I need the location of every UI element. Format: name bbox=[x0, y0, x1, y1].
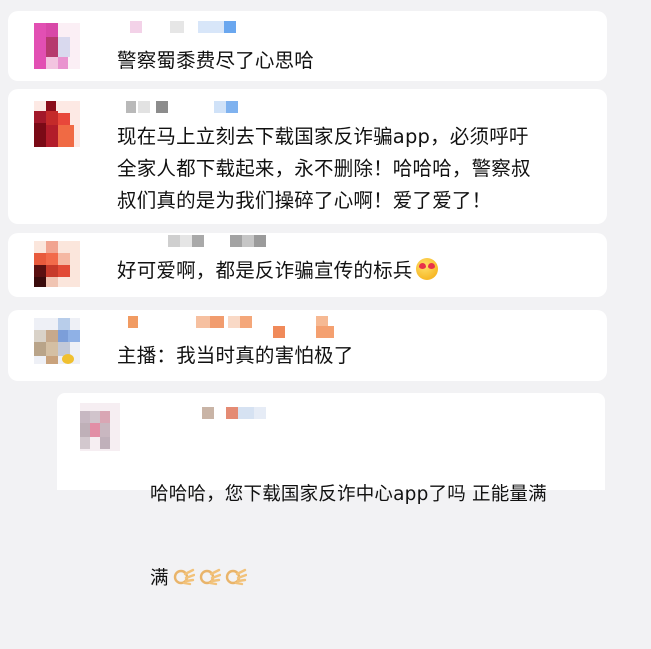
comment-card[interactable]: 现在马上立刻去下载国家反诈骗app，必须呼吁 全家人都下载起来，永不删除！哈哈哈… bbox=[8, 89, 607, 224]
comment-card[interactable]: 主播：我当时真的害怕极了 bbox=[8, 310, 607, 381]
user-avatar[interactable] bbox=[34, 241, 80, 287]
comment-card[interactable]: 好可爱啊，都是反诈骗宣传的标兵 bbox=[8, 233, 607, 297]
ok-hand-icon bbox=[199, 568, 221, 586]
comment-text: 好可爱啊，都是反诈骗宣传的标兵 bbox=[117, 255, 587, 287]
ok-hand-icon bbox=[173, 568, 195, 586]
user-avatar[interactable] bbox=[34, 23, 80, 69]
comment-text: 现在马上立刻去下载国家反诈骗app，必须呼吁 全家人都下载起来，永不删除！哈哈哈… bbox=[117, 125, 531, 212]
comment-text-content: 好可爱啊，都是反诈骗宣传的标兵 bbox=[117, 259, 413, 282]
ok-hand-icon bbox=[225, 568, 247, 586]
reply-text: 哈哈哈，您下载国家反诈中心app了吗 正能量满 满 bbox=[150, 425, 591, 649]
comment-card[interactable]: 警察蜀黍费尽了心思哈 bbox=[8, 11, 607, 81]
comment-text: 警察蜀黍费尽了心思哈 bbox=[117, 49, 315, 72]
comment-text: 主播：我当时真的害怕极了 bbox=[117, 344, 354, 367]
user-avatar[interactable] bbox=[34, 318, 80, 364]
reply-text-line-2: 满 bbox=[150, 565, 591, 593]
reply-text-tail: 满 bbox=[150, 568, 169, 589]
reply-card[interactable]: 哈哈哈，您下载国家反诈中心app了吗 正能量满 满 bbox=[57, 393, 605, 589]
user-avatar[interactable] bbox=[80, 403, 120, 451]
face-with-hearts-emoji bbox=[415, 258, 438, 280]
ok-hand-emoji bbox=[169, 568, 247, 589]
reply-text-line-1: 哈哈哈，您下载国家反诈中心app了吗 正能量满 bbox=[150, 484, 547, 505]
user-avatar[interactable] bbox=[34, 101, 80, 147]
